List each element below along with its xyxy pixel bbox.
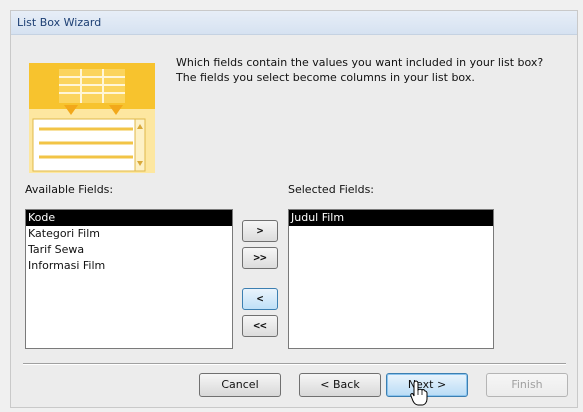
available-fields-label: Available Fields: — [25, 183, 114, 196]
add-one-button[interactable]: > — [242, 220, 278, 242]
window-title: List Box Wizard — [17, 16, 102, 29]
footer-divider — [23, 363, 566, 365]
remove-one-button[interactable]: < — [242, 288, 278, 310]
finish-button: Finish — [486, 373, 568, 397]
mouse-pointer-icon — [410, 380, 428, 406]
list-item[interactable]: Kategori Film — [26, 226, 232, 242]
instructions-line-2: The fields you select become columns in … — [176, 71, 475, 84]
remove-all-button[interactable]: << — [242, 315, 278, 337]
list-box-illustration-icon — [29, 63, 155, 173]
list-box-wizard-window: List Box Wizard Which fields contain the… — [10, 10, 578, 408]
add-all-button[interactable]: >> — [242, 247, 278, 269]
selected-fields-list[interactable]: Judul Film — [288, 209, 494, 349]
title-bar: List Box Wizard — [11, 11, 577, 35]
cancel-button[interactable]: Cancel — [199, 373, 281, 397]
back-button[interactable]: < Back — [299, 373, 381, 397]
list-item[interactable]: Tarif Sewa — [26, 242, 232, 258]
list-item[interactable]: Judul Film — [289, 210, 493, 226]
selected-fields-label: Selected Fields: — [288, 183, 375, 196]
list-item[interactable]: Kode — [26, 210, 232, 226]
list-item[interactable]: Informasi Film — [26, 258, 232, 274]
instructions-text: Which fields contain the values you want… — [176, 55, 576, 85]
available-fields-list[interactable]: Kode Kategori Film Tarif Sewa Informasi … — [25, 209, 233, 349]
instructions-line-1: Which fields contain the values you want… — [176, 56, 544, 69]
